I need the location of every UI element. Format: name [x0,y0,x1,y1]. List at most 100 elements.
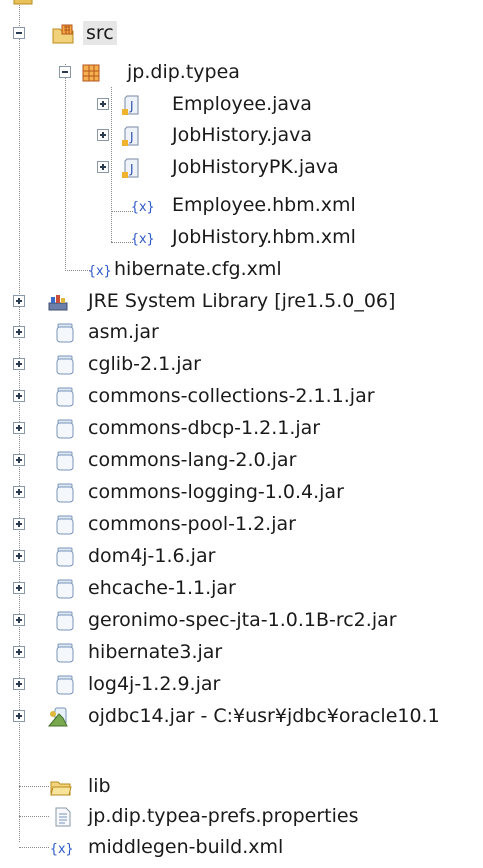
tree-node-jar[interactable]: asm.jar [0,317,483,348]
expand-toggle[interactable] [13,326,25,338]
collapse-toggle[interactable] [59,66,71,78]
java-file-icon: J [122,126,139,146]
jar-icon [56,643,74,663]
tree-node-file[interactable]: {x} JobHistory.hbm.xml [0,222,483,253]
tree-node-file[interactable]: {x} middlegen-build.xml [0,832,483,863]
tree-node-jar[interactable]: ehcache-1.1.jar [0,573,483,604]
tree-node-jar[interactable]: geronimo-spec-jta-1.0.1B-rc2.jar [0,605,483,636]
xml-file-icon: {x} [88,264,110,279]
package-icon [82,64,100,82]
tree-label: commons-collections-2.1.1.jar [88,385,375,407]
tree-node-jar[interactable]: commons-collections-2.1.1.jar [0,381,483,412]
jar-icon [56,483,74,503]
tree-node-jar[interactable]: dom4j-1.6.jar [0,541,483,572]
jar-icon [56,323,74,343]
tree-label: JobHistory.java [172,124,313,146]
tree-node-src[interactable]: src [0,18,483,49]
tree-label: commons-dbcp-1.2.1.jar [88,417,321,439]
tree-label: log4j-1.2.9.jar [88,673,221,695]
tree-node-file[interactable]: J JobHistoryPK.java [0,152,483,183]
source-folder-icon [52,24,74,44]
expand-toggle[interactable] [13,486,25,498]
tree-node-jar[interactable]: log4j-1.2.9.jar [0,669,483,700]
expand-toggle[interactable] [97,98,109,110]
expand-toggle[interactable] [97,129,109,141]
expand-toggle[interactable] [13,454,25,466]
tree-label: dom4j-1.6.jar [88,545,216,567]
package-explorer-tree: src jp.dip.typea J Employee.java J JobHi… [0,0,483,868]
tree-label: jp.dip.typea [127,61,240,83]
expand-toggle[interactable] [13,422,25,434]
folder-icon [13,0,33,5]
tree-label: commons-pool-1.2.jar [88,513,296,535]
tree-node-jar[interactable]: cglib-2.1.jar [0,349,483,380]
tree-node-jar[interactable]: commons-dbcp-1.2.1.jar [0,413,483,444]
expand-toggle[interactable] [13,646,25,658]
expand-toggle[interactable] [13,390,25,402]
tree-label: src [83,21,117,45]
tree-node-jar[interactable]: commons-lang-2.0.jar [0,445,483,476]
tree-node-library[interactable]: JRE System Library [jre1.5.0_06] [0,286,483,317]
xml-file-icon: {x} [131,232,153,247]
tree-node-file[interactable]: jp.dip.typea-prefs.properties [0,801,483,832]
svg-text:{x}: {x} [131,232,153,247]
expand-toggle[interactable] [13,518,25,530]
expand-toggle[interactable] [13,710,25,722]
tree-node-file[interactable]: {x} hibernate.cfg.xml [0,254,483,285]
tree-label: geronimo-spec-jta-1.0.1B-rc2.jar [88,609,397,631]
properties-file-icon [55,807,71,827]
tree-label: middlegen-build.xml [88,836,284,858]
tree-node-jar[interactable]: commons-pool-1.2.jar [0,509,483,540]
tree-node-file[interactable]: {x} Employee.hbm.xml [0,190,483,221]
expand-toggle[interactable] [13,582,25,594]
tree-label: Employee.hbm.xml [172,194,356,216]
tree-node-file[interactable]: J JobHistory.java [0,120,483,151]
tree-label: lib [88,775,111,797]
xml-file-icon: {x} [131,200,153,215]
svg-text:J: J [129,162,134,176]
expand-toggle[interactable] [13,295,25,307]
jar-icon [56,419,74,439]
tree-node-jar[interactable]: commons-logging-1.0.4.jar [0,477,483,508]
tree-label: JRE System Library [jre1.5.0_06] [88,290,396,312]
tree-label: JobHistory.hbm.xml [172,226,356,248]
tree-label: jp.dip.typea-prefs.properties [88,805,359,827]
java-file-icon: J [122,158,139,178]
tree-node-jar[interactable]: hibernate3.jar [0,637,483,668]
jar-icon [56,547,74,567]
jar-icon [56,515,74,535]
jar-icon [56,387,74,407]
expand-toggle[interactable] [13,550,25,562]
expand-toggle[interactable] [13,678,25,690]
svg-text:J: J [129,130,134,144]
tree-label: asm.jar [88,321,159,343]
tree-label: Employee.java [172,93,312,115]
svg-text:{x}: {x} [88,264,110,279]
tree-label: cglib-2.1.jar [88,353,201,375]
tree-label: hibernate.cfg.xml [114,258,282,280]
tree-label: commons-logging-1.0.4.jar [88,481,344,503]
jar-icon [56,451,74,471]
jar-icon [56,611,74,631]
tree-node-file[interactable]: J Employee.java [0,89,483,120]
xml-file-icon: {x} [50,842,72,857]
tree-label: commons-lang-2.0.jar [88,449,297,471]
folder-open-icon [50,781,72,796]
java-file-icon: J [122,95,139,115]
tree-label: JobHistoryPK.java [172,156,339,178]
tree-node-folder[interactable]: lib [0,771,483,802]
tree-label: ehcache-1.1.jar [88,577,236,599]
library-icon [48,295,68,311]
jar-icon [56,579,74,599]
collapse-toggle[interactable] [13,27,25,39]
expand-toggle[interactable] [13,358,25,370]
jar-icon [56,675,74,695]
svg-text:{x}: {x} [50,842,72,857]
tree-node-package[interactable]: jp.dip.typea [0,57,483,88]
expand-toggle[interactable] [97,161,109,173]
tree-label: hibernate3.jar [88,641,223,663]
tree-label: ojdbc14.jar - C:¥usr¥jdbc¥oracle10.1 [88,705,440,727]
tree-node-external-jar[interactable]: ojdbc14.jar - C:¥usr¥jdbc¥oracle10.1 [0,701,483,732]
expand-toggle[interactable] [13,614,25,626]
jar-icon [56,355,74,375]
